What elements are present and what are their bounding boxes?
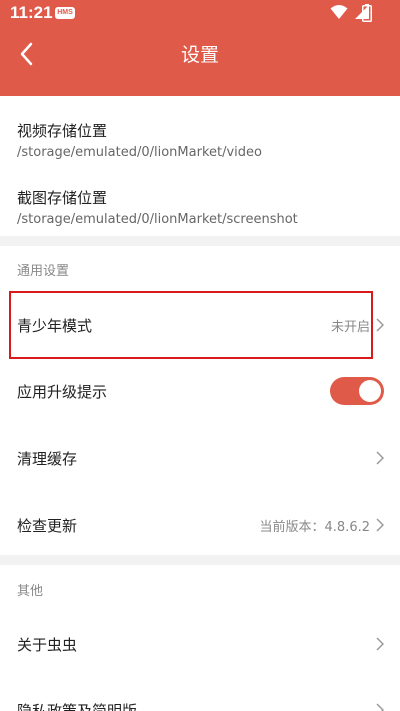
video-path-value: /storage/emulated/0/lionMarket/video: [17, 145, 262, 160]
chevron-right-icon: [376, 318, 384, 332]
teen-mode-row[interactable]: 青少年模式 未开启: [0, 297, 400, 353]
hms-badge: HMS: [55, 7, 75, 19]
screenshot-path-title: 截图存储位置: [17, 189, 108, 207]
privacy-label: 隐私政策及简明版: [17, 701, 138, 711]
page-title: 设置: [180, 44, 219, 66]
check-update-row[interactable]: 检查更新 当前版本：4.8.6.2: [0, 497, 400, 553]
status-time: 11:21: [10, 3, 53, 22]
battery-icon: [362, 4, 372, 22]
privacy-row[interactable]: 隐私政策及简明版: [0, 682, 400, 711]
video-path-title: 视频存储位置: [17, 122, 108, 140]
upgrade-prompt-row: 应用升级提示: [0, 363, 400, 419]
about-row[interactable]: 关于虫虫: [0, 616, 400, 672]
teen-mode-label: 青少年模式: [17, 316, 93, 335]
wifi-icon: [330, 5, 348, 19]
clear-cache-row[interactable]: 清理缓存: [0, 430, 400, 486]
chevron-right-icon: [376, 451, 384, 465]
video-path-row[interactable]: 视频存储位置 /storage/emulated/0/lionMarket/vi…: [17, 120, 262, 160]
divider: [0, 236, 400, 246]
divider: [0, 555, 400, 565]
upgrade-prompt-toggle[interactable]: [330, 377, 384, 405]
clear-cache-label: 清理缓存: [17, 449, 78, 468]
screenshot-path-value: /storage/emulated/0/lionMarket/screensho…: [17, 212, 298, 227]
general-section-title: 通用设置: [17, 264, 70, 279]
chevron-right-icon: [376, 703, 384, 711]
chevron-right-icon: [376, 518, 384, 532]
other-section-title: 其他: [17, 584, 44, 599]
teen-mode-status: 未开启: [330, 319, 370, 335]
screenshot-path-row[interactable]: 截图存储位置 /storage/emulated/0/lionMarket/sc…: [17, 187, 298, 227]
check-update-label: 检查更新: [17, 516, 78, 535]
header: 11:21 HMS 设置: [0, 0, 400, 96]
chevron-right-icon: [376, 637, 384, 651]
nav-bar: 设置: [0, 26, 400, 82]
about-label: 关于虫虫: [17, 635, 78, 654]
upgrade-prompt-label: 应用升级提示: [17, 382, 108, 401]
toggle-knob: [359, 380, 381, 402]
status-bar: 11:21 HMS: [0, 0, 400, 26]
current-version: 当前版本：4.8.6.2: [259, 519, 370, 535]
